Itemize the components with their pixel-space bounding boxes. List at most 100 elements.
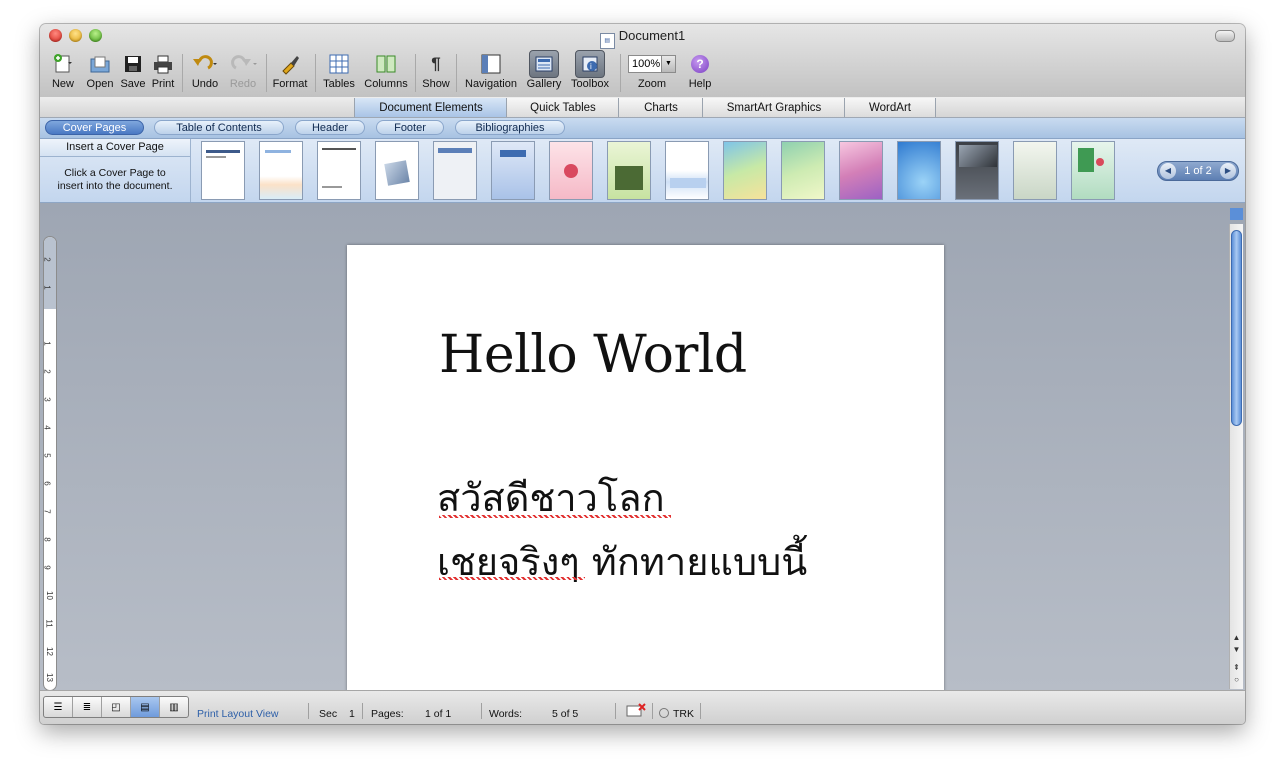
publishing-layout-view-icon[interactable]: ◰ bbox=[102, 697, 131, 717]
ruler-tick: 10 bbox=[44, 591, 54, 600]
gallery-icon bbox=[535, 56, 553, 72]
spelling-status-icon[interactable] bbox=[626, 703, 646, 720]
cover-page-thumbnail[interactable] bbox=[317, 141, 361, 200]
status-divider bbox=[700, 703, 701, 719]
navigation-button[interactable]: Navigation bbox=[461, 50, 521, 96]
status-divider bbox=[362, 703, 363, 719]
save-button[interactable]: Save bbox=[119, 50, 147, 96]
cover-page-thumbnail[interactable] bbox=[491, 141, 535, 200]
new-document-icon bbox=[54, 54, 72, 73]
tab-quick-tables[interactable]: Quick Tables bbox=[506, 98, 620, 117]
zoom-select[interactable]: 100% ▼ bbox=[628, 55, 676, 73]
scroll-down-icon[interactable]: ▼ bbox=[1230, 644, 1243, 656]
status-divider bbox=[652, 703, 653, 719]
zoom-control[interactable]: 100% ▼ Zoom bbox=[626, 50, 678, 96]
cover-page-thumbnail[interactable] bbox=[1013, 141, 1057, 200]
document-heading[interactable]: Hello World bbox=[439, 325, 747, 385]
toolbox-button[interactable]: i Toolbox bbox=[567, 50, 613, 96]
zoom-value: 100% bbox=[632, 58, 661, 70]
undo-label: Undo bbox=[191, 78, 219, 90]
track-changes-indicator[interactable]: TRK bbox=[659, 708, 694, 720]
pilcrow-icon: ¶ bbox=[431, 54, 441, 73]
show-button[interactable]: ¶ Show bbox=[420, 50, 452, 96]
cover-page-thumbnail[interactable] bbox=[723, 141, 767, 200]
document-paragraph[interactable]: สวัสดีชาวโลก bbox=[437, 467, 665, 528]
tab-charts[interactable]: Charts bbox=[618, 98, 704, 117]
open-label: Open bbox=[86, 78, 114, 90]
print-layout-view-icon[interactable]: ▤ bbox=[131, 697, 160, 717]
tab-wordart[interactable]: WordArt bbox=[844, 98, 936, 117]
notebook-layout-view-icon[interactable]: ▥ bbox=[160, 697, 188, 717]
toolbar-toggle-button[interactable] bbox=[1215, 30, 1235, 42]
document-paragraph[interactable]: เชยจริงๆ ทักทายแบบนี้ bbox=[437, 531, 807, 592]
cover-page-thumbnail[interactable] bbox=[433, 141, 477, 200]
status-divider bbox=[481, 703, 482, 719]
cover-page-thumbnail[interactable] bbox=[781, 141, 825, 200]
cover-page-thumbnail[interactable] bbox=[839, 141, 883, 200]
new-button[interactable]: New bbox=[48, 50, 78, 96]
document-page[interactable]: Hello World สวัสดีชาวโลก เชยจริงๆ ทักทาย… bbox=[347, 245, 944, 692]
cover-page-thumbnail[interactable] bbox=[549, 141, 593, 200]
vertical-ruler[interactable]: 2 1 1 2 3 4 5 6 7 8 9 10 11 12 13 bbox=[43, 236, 57, 691]
app-window: ▤ Document1 New Open Save Print Undo Redo bbox=[40, 24, 1245, 724]
tables-button[interactable]: Tables bbox=[321, 50, 357, 96]
vertical-scrollbar[interactable]: ▲ ▼ ⇞ ○ bbox=[1229, 208, 1243, 689]
cover-page-thumbnail[interactable] bbox=[897, 141, 941, 200]
format-brush-icon bbox=[282, 56, 299, 75]
subtab-header[interactable]: Header bbox=[295, 120, 365, 135]
new-label: New bbox=[51, 78, 74, 90]
gallery-info: Insert a Cover Page Click a Cover Page t… bbox=[40, 139, 191, 202]
next-page-icon[interactable]: ▶ bbox=[1220, 163, 1236, 179]
toolbox-label: Toolbox bbox=[571, 78, 609, 90]
format-button[interactable]: Format bbox=[270, 50, 310, 96]
cover-page-thumbnail[interactable] bbox=[607, 141, 651, 200]
window-title-text: Document1 bbox=[618, 28, 686, 43]
subtab-cover-pages[interactable]: Cover Pages bbox=[45, 120, 144, 135]
scrollbar-thumb[interactable] bbox=[1231, 230, 1242, 426]
cover-page-thumbnail[interactable] bbox=[201, 141, 245, 200]
help-button[interactable]: ? Help bbox=[684, 50, 716, 96]
previous-page-icon[interactable]: ⇞ bbox=[1230, 662, 1243, 674]
cover-page-gallery: Insert a Cover Page Click a Cover Page t… bbox=[40, 139, 1245, 203]
tab-smartart-graphics[interactable]: SmartArt Graphics bbox=[702, 98, 846, 117]
gallery-button[interactable]: Gallery bbox=[525, 50, 563, 96]
redo-button[interactable]: Redo bbox=[226, 50, 260, 96]
tables-label: Tables bbox=[323, 78, 355, 90]
draft-view-icon[interactable]: ☰ bbox=[44, 697, 73, 717]
document-icon: ▤ bbox=[599, 33, 615, 49]
gallery-description: Click a Cover Page to insert into the do… bbox=[40, 157, 190, 193]
cover-page-thumbnail[interactable] bbox=[665, 141, 709, 200]
pages-label: Pages: bbox=[371, 708, 404, 720]
ruler-tick: 7 bbox=[42, 509, 52, 514]
gallery-description-line: Click a Cover Page to bbox=[64, 167, 166, 179]
cover-page-thumbnail[interactable] bbox=[1071, 141, 1115, 200]
split-view-handle[interactable] bbox=[1230, 208, 1243, 220]
outline-view-icon[interactable]: ≣ bbox=[73, 697, 102, 717]
undo-button[interactable]: Undo bbox=[188, 50, 222, 96]
status-divider bbox=[615, 703, 616, 719]
previous-page-icon[interactable]: ◀ bbox=[1160, 163, 1176, 179]
cover-page-thumbnail[interactable] bbox=[375, 141, 419, 200]
subtab-footer[interactable]: Footer bbox=[376, 120, 444, 135]
print-label: Print bbox=[151, 78, 175, 90]
format-label: Format bbox=[272, 78, 308, 90]
toolbar-separator bbox=[315, 54, 316, 92]
words-value: 5 of 5 bbox=[552, 708, 579, 720]
cover-page-thumbnail[interactable] bbox=[955, 141, 999, 200]
browse-object-icon[interactable]: ○ bbox=[1230, 674, 1243, 686]
undo-arrow-icon bbox=[193, 55, 217, 70]
cover-page-thumbnail[interactable] bbox=[259, 141, 303, 200]
record-icon bbox=[659, 708, 669, 718]
subtab-table-of-contents[interactable]: Table of Contents bbox=[154, 120, 284, 135]
tab-document-elements[interactable]: Document Elements bbox=[354, 98, 508, 117]
spelling-error-underline bbox=[439, 515, 671, 518]
help-label: Help bbox=[688, 78, 712, 90]
open-button[interactable]: Open bbox=[85, 50, 115, 96]
subtab-bibliographies[interactable]: Bibliographies bbox=[455, 120, 565, 135]
ruler-margin-top bbox=[44, 237, 56, 309]
columns-button[interactable]: Columns bbox=[362, 50, 410, 96]
save-label: Save bbox=[120, 78, 146, 90]
navigation-pane-icon bbox=[481, 54, 501, 74]
scroll-up-icon[interactable]: ▲ bbox=[1230, 632, 1243, 644]
print-button[interactable]: Print bbox=[149, 50, 177, 96]
